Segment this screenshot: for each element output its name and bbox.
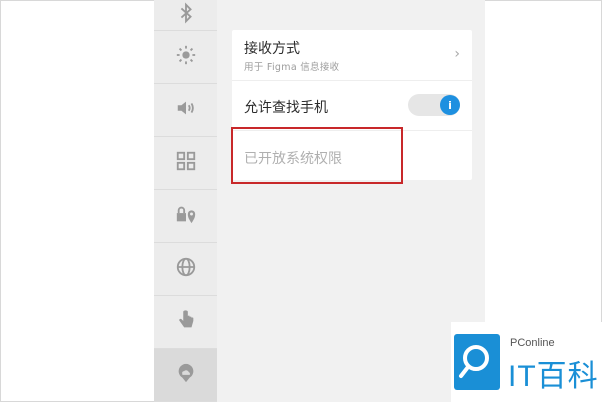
receive-method-row[interactable]: 接收方式 用于 Figma 信息接收 › [232, 30, 472, 81]
sidebar-item-location[interactable] [154, 349, 217, 402]
find-phone-toggle[interactable]: i [408, 94, 460, 116]
bluetooth-icon [175, 0, 197, 28]
chevron-right-icon: › [454, 46, 460, 62]
sidebar [154, 0, 217, 402]
receive-method-title: 接收方式 [244, 41, 300, 57]
sidebar-item-brightness[interactable] [154, 31, 217, 84]
lock-location-icon [175, 203, 197, 229]
sidebar-item-gesture[interactable] [154, 296, 217, 349]
sidebar-item-volume[interactable] [154, 84, 217, 137]
watermark-brand-big: IT百科 [508, 360, 599, 393]
grid-icon [175, 150, 197, 176]
watermark: PConline IT百科 [451, 322, 602, 402]
volume-icon [175, 97, 197, 123]
highlight-box [231, 127, 403, 184]
pconline-logo-icon [454, 334, 500, 390]
toggle-knob: i [440, 95, 460, 115]
find-phone-label: 允许查找手机 [244, 100, 328, 116]
sidebar-item-apps[interactable] [154, 137, 217, 190]
sidebar-item-privacy[interactable] [154, 190, 217, 243]
sidebar-item-bluetooth[interactable] [154, 0, 217, 31]
globe-icon [175, 256, 197, 282]
watermark-brand-small: PConline [510, 337, 555, 349]
brightness-icon [175, 44, 197, 70]
receive-method-subtitle: 用于 Figma 信息接收 [244, 62, 340, 73]
sidebar-item-network[interactable] [154, 243, 217, 296]
cloud-location-icon [175, 362, 197, 388]
hand-icon [175, 309, 197, 335]
